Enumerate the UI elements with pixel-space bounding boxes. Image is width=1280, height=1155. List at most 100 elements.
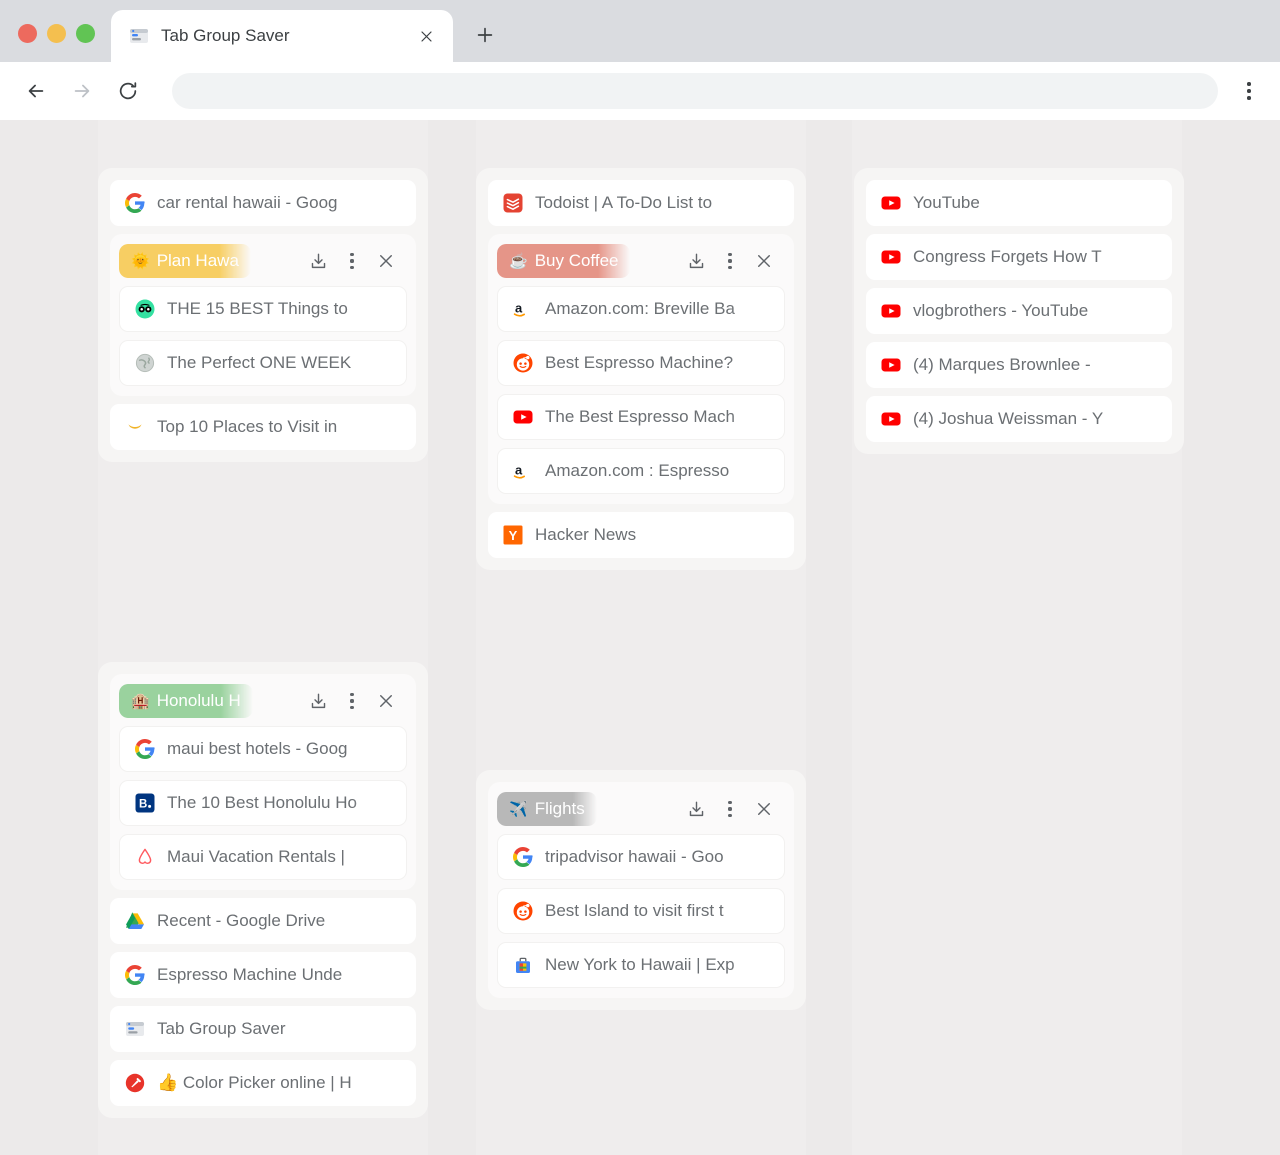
flights-card: ✈️ Flights tripadvisor hawaii - Goo Best…: [476, 770, 806, 1010]
reload-button[interactable]: [108, 71, 148, 111]
tab-row[interactable]: Recent - Google Drive: [110, 898, 416, 944]
airbnb-icon: [134, 846, 156, 868]
tab-group-name: Honolulu H: [156, 691, 241, 710]
new-tab-button[interactable]: [467, 17, 503, 53]
tab-row[interactable]: vlogbrothers - YouTube: [866, 288, 1172, 334]
tab-group-pill[interactable]: 🌞 Plan Hawa: [119, 244, 251, 278]
youtube-icon: [880, 354, 902, 376]
tab-row[interactable]: tripadvisor hawaii - Goo: [497, 834, 785, 880]
reddit-icon: [512, 352, 534, 374]
close-icon[interactable]: [375, 250, 397, 272]
board-column-2: Todoist | A To-Do List to ☕ Buy Coffee a A…: [476, 168, 806, 1010]
tab-row-label: The Perfect ONE WEEK: [167, 353, 352, 372]
close-window-button[interactable]: [18, 24, 37, 43]
tab-row-label: YouTube: [913, 193, 980, 212]
tab-group-saver-icon: [129, 26, 149, 46]
group-actions: [685, 798, 785, 820]
tab-row[interactable]: 👍 Color Picker online | H: [110, 1060, 416, 1106]
tab-row-label: Amazon.com : Espresso: [545, 461, 730, 480]
amazon-icon: a: [512, 460, 534, 482]
close-icon[interactable]: [375, 690, 397, 712]
close-icon[interactable]: [413, 23, 439, 49]
globe-icon: [134, 352, 156, 374]
tab-row-label: Best Espresso Machine?: [545, 353, 734, 372]
svg-text:Y: Y: [509, 528, 518, 543]
tab-title: Tab Group Saver: [161, 26, 290, 45]
maximize-window-button[interactable]: [76, 24, 95, 43]
tab-row[interactable]: Todoist | A To-Do List to: [488, 180, 794, 226]
tab-row[interactable]: YouTube: [866, 180, 1172, 226]
address-bar[interactable]: [172, 73, 1218, 109]
tab-row[interactable]: The Perfect ONE WEEK: [119, 340, 407, 386]
download-icon[interactable]: [685, 250, 707, 272]
more-icon[interactable]: [719, 250, 741, 272]
browser-tab[interactable]: Tab Group Saver: [111, 10, 453, 62]
forward-button[interactable]: [62, 71, 102, 111]
tab-group-emoji-icon: ☕: [509, 252, 528, 270]
tab-row[interactable]: a Amazon.com: Breville Ba: [497, 286, 785, 332]
tab-row[interactable]: The Best Espresso Mach: [497, 394, 785, 440]
tab-row[interactable]: THE 15 BEST Things to: [119, 286, 407, 332]
tab-row[interactable]: Tab Group Saver: [110, 1006, 416, 1052]
tab-row-label: Best Island to visit first t: [545, 901, 724, 920]
tab-row-label: THE 15 BEST Things to: [167, 299, 348, 318]
tab-row[interactable]: (4) Marques Brownlee -: [866, 342, 1172, 388]
tab-row-label: (4) Joshua Weissman - Y: [913, 409, 1104, 428]
tab-group-name: Buy Coffee: [534, 251, 619, 270]
google-icon: [124, 964, 146, 986]
tab-row[interactable]: maui best hotels - Goog: [119, 726, 407, 772]
tab-group-pill[interactable]: 🏨 Honolulu H: [119, 684, 253, 718]
tab-row[interactable]: New York to Hawaii | Exp: [497, 942, 785, 988]
download-icon[interactable]: [307, 250, 329, 272]
more-icon[interactable]: [341, 250, 363, 272]
tab-row[interactable]: car rental hawaii - Goog: [110, 180, 416, 226]
download-icon[interactable]: [307, 690, 329, 712]
amazon-icon: a: [512, 298, 534, 320]
download-icon[interactable]: [685, 798, 707, 820]
more-icon[interactable]: [341, 690, 363, 712]
tab-row[interactable]: Best Island to visit first t: [497, 888, 785, 934]
crescent-icon: [124, 416, 146, 438]
youtube-card: YouTube Congress Forgets How T vlogbroth…: [854, 168, 1184, 454]
close-icon[interactable]: [753, 250, 775, 272]
booking-icon: B: [134, 792, 156, 814]
colorpicker-icon: [124, 1072, 146, 1094]
tab-group-name: Flights: [534, 799, 585, 818]
tab-row-label: maui best hotels - Goog: [167, 739, 348, 758]
tab-row-label: Espresso Machine Unde: [157, 965, 343, 984]
tab-group-emoji-icon: 🌞: [131, 252, 150, 270]
browser-menu-button[interactable]: [1232, 74, 1266, 108]
tab-group-pill[interactable]: ☕ Buy Coffee: [497, 244, 631, 278]
tab-group-pill[interactable]: ✈️ Flights: [497, 792, 597, 826]
tripadvisor-icon: [134, 298, 156, 320]
tab-row[interactable]: Maui Vacation Rentals |: [119, 834, 407, 880]
google-icon: [512, 846, 534, 868]
tab-group-name: Plan Hawa: [156, 251, 239, 270]
tab-row-label: The 10 Best Honolulu Ho: [167, 793, 357, 812]
tab-row[interactable]: Congress Forgets How T: [866, 234, 1172, 280]
tab-row[interactable]: a Amazon.com : Espresso: [497, 448, 785, 494]
tab-row-label: New York to Hawaii | Exp: [545, 955, 735, 974]
tab-row-label: Congress Forgets How T: [913, 247, 1102, 266]
tab-row[interactable]: Best Espresso Machine?: [497, 340, 785, 386]
tab-group-emoji-icon: 🏨: [131, 692, 150, 710]
todoist-icon: [502, 192, 524, 214]
tab-group: 🏨 Honolulu H maui best hotels - Goog B Th…: [110, 674, 416, 890]
tab-group-header: 🏨 Honolulu H: [119, 684, 407, 718]
back-button[interactable]: [16, 71, 56, 111]
more-icon[interactable]: [719, 798, 741, 820]
youtube-icon: [512, 406, 534, 428]
tab-row[interactable]: (4) Joshua Weissman - Y: [866, 396, 1172, 442]
google-icon: [124, 192, 146, 214]
group-actions: [307, 690, 407, 712]
tab-row[interactable]: Top 10 Places to Visit in: [110, 404, 416, 450]
youtube-icon: [880, 246, 902, 268]
tab-row-label: 👍 Color Picker online | H: [157, 1073, 352, 1092]
tab-row[interactable]: Y Hacker News: [488, 512, 794, 558]
close-icon[interactable]: [753, 798, 775, 820]
tab-row[interactable]: Espresso Machine Unde: [110, 952, 416, 998]
minimize-window-button[interactable]: [47, 24, 66, 43]
group-actions: [685, 250, 785, 272]
tab-row-label: Hacker News: [535, 525, 637, 544]
tab-row[interactable]: B The 10 Best Honolulu Ho: [119, 780, 407, 826]
